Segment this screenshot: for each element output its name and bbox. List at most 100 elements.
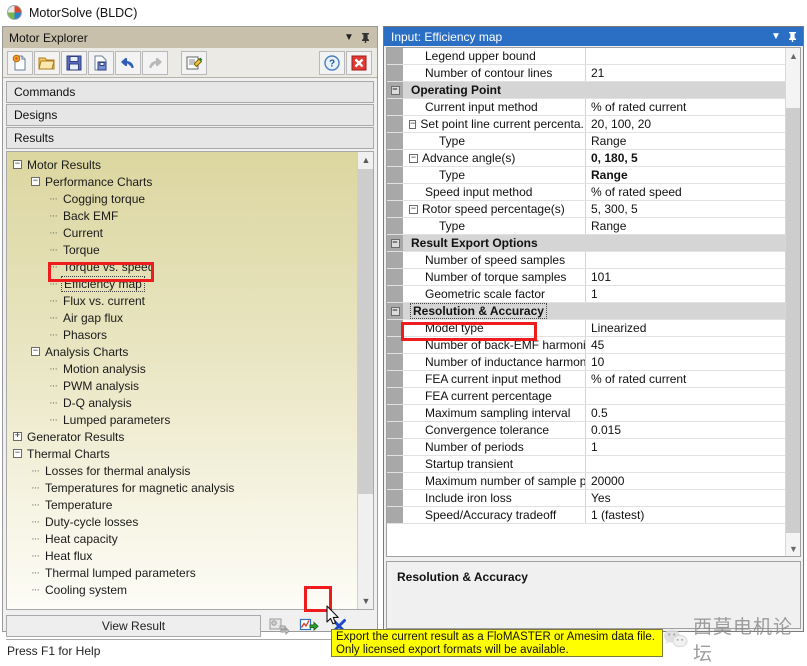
view-result-button[interactable]: View Result — [6, 615, 261, 637]
property-row-fea-current-input-method[interactable]: FEA current input method% of rated curre… — [387, 371, 785, 388]
pin-icon[interactable] — [784, 29, 800, 45]
collapse-icon[interactable]: − — [13, 449, 22, 458]
property-value-cell[interactable]: 5, 300, 5 — [586, 201, 785, 217]
property-value-cell[interactable]: % of rated current — [586, 99, 785, 115]
tree-item-generator-results[interactable]: + Generator Results — [7, 428, 357, 445]
collapse-icon[interactable]: − — [31, 347, 40, 356]
property-value-cell[interactable]: 10 — [586, 354, 785, 370]
property-value-cell[interactable]: Range — [586, 167, 785, 183]
collapse-icon[interactable]: − — [390, 238, 400, 248]
collapse-icon[interactable]: − — [31, 177, 40, 186]
save-button[interactable] — [61, 50, 87, 75]
tree-scrollbar-thumb[interactable] — [358, 169, 373, 494]
property-value-cell[interactable]: 1 (fastest) — [586, 507, 785, 523]
tree-item-performance-charts[interactable]: − Performance Charts — [7, 173, 357, 190]
property-value-cell[interactable]: Linearized — [586, 320, 785, 336]
tree-item-cogging-torque[interactable]: ··· Cogging torque — [7, 190, 357, 207]
property-value-cell[interactable]: 0.5 — [586, 405, 785, 421]
property-value-cell[interactable]: 0.015 — [586, 422, 785, 438]
accordion-designs[interactable]: Designs — [6, 104, 374, 126]
tree-item-motion-analysis[interactable]: ··· Motion analysis — [7, 360, 357, 377]
collapse-icon[interactable]: − — [409, 204, 418, 214]
property-value-cell[interactable]: Yes — [586, 490, 785, 506]
grid-scroll-down-button[interactable]: ▼ — [786, 541, 800, 556]
property-value-cell[interactable]: 45 — [586, 337, 785, 353]
tree-item-pwm-analysis[interactable]: ··· PWM analysis — [7, 377, 357, 394]
property-value-cell[interactable]: 0, 180, 5 — [586, 150, 785, 166]
tree-item-analysis-charts[interactable]: − Analysis Charts — [7, 343, 357, 360]
tree-item-temperatures-for-magnetic-analysis[interactable]: ··· Temperatures for magnetic analysis — [7, 479, 357, 496]
property-row-number-of-contour-lines[interactable]: Number of contour lines 21 — [387, 65, 785, 82]
property-row-current-input-method[interactable]: Current input method% of rated current — [387, 99, 785, 116]
chevron-down-icon[interactable]: ▼ — [341, 30, 357, 46]
property-row-number-of-speed-samples[interactable]: Number of speed samples — [387, 252, 785, 269]
property-row-number-of-periods[interactable]: Number of periods 1 — [387, 439, 785, 456]
accordion-commands[interactable]: Commands — [6, 81, 374, 103]
save-as-button[interactable] — [88, 50, 114, 75]
category-expander-cell[interactable]: − — [387, 235, 403, 251]
property-value-cell[interactable]: Range — [586, 133, 785, 149]
property-row-rotor-speed-percentage-s[interactable]: − Rotor speed percentage(s) 5, 300, 5 — [387, 201, 785, 218]
chevron-down-icon[interactable]: ▼ — [768, 29, 784, 45]
property-value-cell[interactable]: 21 — [586, 65, 785, 81]
category-expander-cell[interactable]: − — [387, 82, 403, 98]
property-row-advance-angle-s[interactable]: − Advance angle(s) 0, 180, 5 — [387, 150, 785, 167]
property-row-speed-accuracy-tradeoff[interactable]: Speed/Accuracy tradeoff 1 (fastest) — [387, 507, 785, 524]
property-row-number-of-torque-samples[interactable]: Number of torque samples 101 — [387, 269, 785, 286]
property-row-model-type[interactable]: Model type Linearized — [387, 320, 785, 337]
property-row-number-of-back-emf-harmonics[interactable]: Number of back-EMF harmonics 45 — [387, 337, 785, 354]
tree-item-duty-cycle-losses[interactable]: ··· Duty-cycle losses — [7, 513, 357, 530]
tree-scroll-down-button[interactable]: ▼ — [358, 593, 373, 609]
tree-scroll-up-button[interactable]: ▲ — [358, 152, 373, 168]
property-row-geometric-scale-factor[interactable]: Geometric scale factor 1 — [387, 286, 785, 303]
property-row-type[interactable]: Type Range — [387, 167, 785, 184]
property-value-cell[interactable]: % of rated current — [586, 371, 785, 387]
help-button[interactable]: ? — [319, 50, 345, 75]
pin-icon[interactable] — [357, 30, 373, 46]
property-value-cell[interactable]: 20000 — [586, 473, 785, 489]
tree-item-d-q-analysis[interactable]: ··· D-Q analysis — [7, 394, 357, 411]
grid-vertical-scrollbar[interactable]: ▲ ▼ — [785, 48, 800, 556]
tree-item-temperature[interactable]: ··· Temperature — [7, 496, 357, 513]
property-value-cell[interactable] — [586, 48, 785, 64]
tree-item-cooling-system[interactable]: ··· Cooling system — [7, 581, 357, 598]
tree-item-thermal-lumped-parameters[interactable]: ··· Thermal lumped parameters — [7, 564, 357, 581]
new-file-button[interactable] — [7, 50, 33, 75]
expand-icon[interactable]: + — [13, 432, 22, 441]
tree-item-torque[interactable]: ··· Torque — [7, 241, 357, 258]
tree-item-thermal-charts[interactable]: − Thermal Charts — [7, 445, 357, 462]
property-row-convergence-tolerance[interactable]: Convergence tolerance 0.015 — [387, 422, 785, 439]
collapse-icon[interactable]: − — [13, 160, 22, 169]
property-value-cell[interactable] — [586, 388, 785, 404]
property-value-cell[interactable] — [586, 252, 785, 268]
property-value-cell[interactable] — [586, 456, 785, 472]
tree-item-losses-for-thermal-analysis[interactable]: ··· Losses for thermal analysis — [7, 462, 357, 479]
property-grid[interactable]: Legend upper bound Number of contour line… — [387, 48, 785, 556]
tree-item-efficiency-map[interactable]: ··· Efficiency map — [7, 275, 357, 292]
collapse-icon[interactable]: − — [390, 306, 400, 316]
tree-item-air-gap-flux[interactable]: ··· Air gap flux — [7, 309, 357, 326]
property-value-cell[interactable]: 1 — [586, 439, 785, 455]
properties-button[interactable] — [181, 50, 207, 75]
grid-scroll-up-button[interactable]: ▲ — [786, 48, 800, 63]
property-row-startup-transient[interactable]: Startup transient — [387, 456, 785, 473]
accordion-results[interactable]: Results — [6, 127, 374, 149]
tree-item-torque-vs-speed[interactable]: ··· Torque vs. speed — [7, 258, 357, 275]
export-data-button[interactable] — [297, 615, 321, 637]
category-expander-cell[interactable]: − — [387, 303, 403, 319]
property-value-cell[interactable]: Range — [586, 218, 785, 234]
property-row-type[interactable]: Type Range — [387, 133, 785, 150]
collapse-icon[interactable]: − — [390, 85, 400, 95]
property-row-speed-input-method[interactable]: Speed input method% of rated speed — [387, 184, 785, 201]
collapse-icon[interactable]: − — [409, 119, 417, 129]
close-button[interactable] — [346, 50, 372, 75]
property-category-result-export-options[interactable]: − Result Export Options — [387, 235, 785, 252]
property-row-type[interactable]: Type Range — [387, 218, 785, 235]
property-row-legend-upper-bound[interactable]: Legend upper bound — [387, 48, 785, 65]
tree-item-current[interactable]: ··· Current — [7, 224, 357, 241]
tree-item-phasors[interactable]: ··· Phasors — [7, 326, 357, 343]
property-row-include-iron-loss[interactable]: Include iron loss Yes — [387, 490, 785, 507]
open-file-button[interactable] — [34, 50, 60, 75]
property-value-cell[interactable]: 1 — [586, 286, 785, 302]
property-row-number-of-inductance-harmonics[interactable]: Number of inductance harmonics 10 — [387, 354, 785, 371]
